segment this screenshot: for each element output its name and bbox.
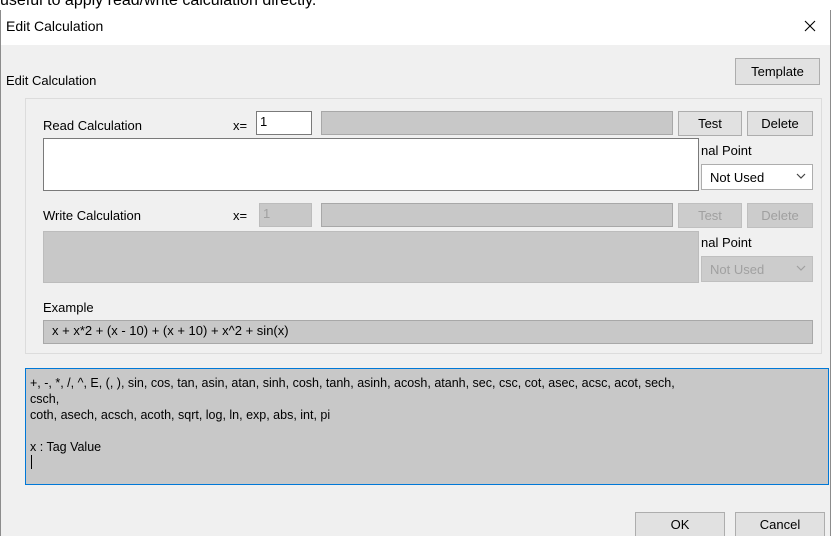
read-expression-input[interactable] (43, 138, 699, 191)
write-delete-button[interactable]: Delete (747, 203, 813, 228)
function-help-textarea[interactable]: +, -, *, /, ^, E, (, ), sin, cos, tan, a… (25, 368, 829, 485)
dialog-title: Edit Calculation (6, 18, 104, 34)
write-decimal-select[interactable]: Not Used (701, 256, 813, 282)
write-calculation-label: Write Calculation (43, 208, 142, 223)
chevron-down-icon (796, 173, 806, 179)
write-result-field (321, 203, 673, 227)
help-tag-value-line: x : Tag Value (30, 440, 102, 454)
write-x-input[interactable]: 1 (259, 203, 312, 227)
write-test-button[interactable]: Test (678, 203, 742, 228)
example-field: x + x*2 + (x - 10) + (x + 10) + x^2 + si… (43, 320, 813, 344)
close-icon (804, 20, 816, 32)
template-button[interactable]: Template (735, 58, 820, 85)
section-label: Edit Calculation (6, 73, 97, 88)
help-functions-line-1: +, -, *, /, ^, E, (, ), sin, cos, tan, a… (30, 376, 675, 390)
ok-button[interactable]: OK (635, 512, 725, 536)
write-decimal-point-label: nal Point (701, 235, 752, 250)
chevron-down-icon (796, 265, 806, 271)
cancel-button[interactable]: Cancel (735, 512, 825, 536)
read-decimal-value: Not Used (710, 169, 765, 185)
write-decimal-value: Not Used (710, 261, 765, 277)
read-calculation-label: Read Calculation (43, 118, 143, 133)
background-document-text: useful to apply read/write calculation d… (0, 0, 317, 9)
help-functions-line-3: coth, asech, acsch, acoth, sqrt, log, ln… (30, 408, 331, 422)
read-x-input[interactable]: 1 (256, 111, 312, 135)
help-blank-line (30, 423, 824, 439)
title-bar: Edit Calculation (1, 10, 830, 45)
close-button[interactable] (790, 10, 830, 42)
read-delete-button[interactable]: Delete (747, 111, 813, 136)
read-decimal-point-label: nal Point (701, 143, 752, 158)
read-decimal-select[interactable]: Not Used (701, 164, 813, 190)
help-functions-line-2: csch, (30, 392, 60, 406)
write-expression-input[interactable] (43, 231, 699, 283)
read-test-button[interactable]: Test (678, 111, 742, 136)
text-caret (31, 455, 32, 469)
read-result-field (321, 111, 673, 135)
example-label: Example (43, 300, 94, 315)
edit-calculation-dialog: Edit Calculation Edit Calculation Templa… (0, 10, 831, 536)
read-x-label: x= (233, 118, 248, 133)
write-x-label: x= (233, 208, 248, 223)
